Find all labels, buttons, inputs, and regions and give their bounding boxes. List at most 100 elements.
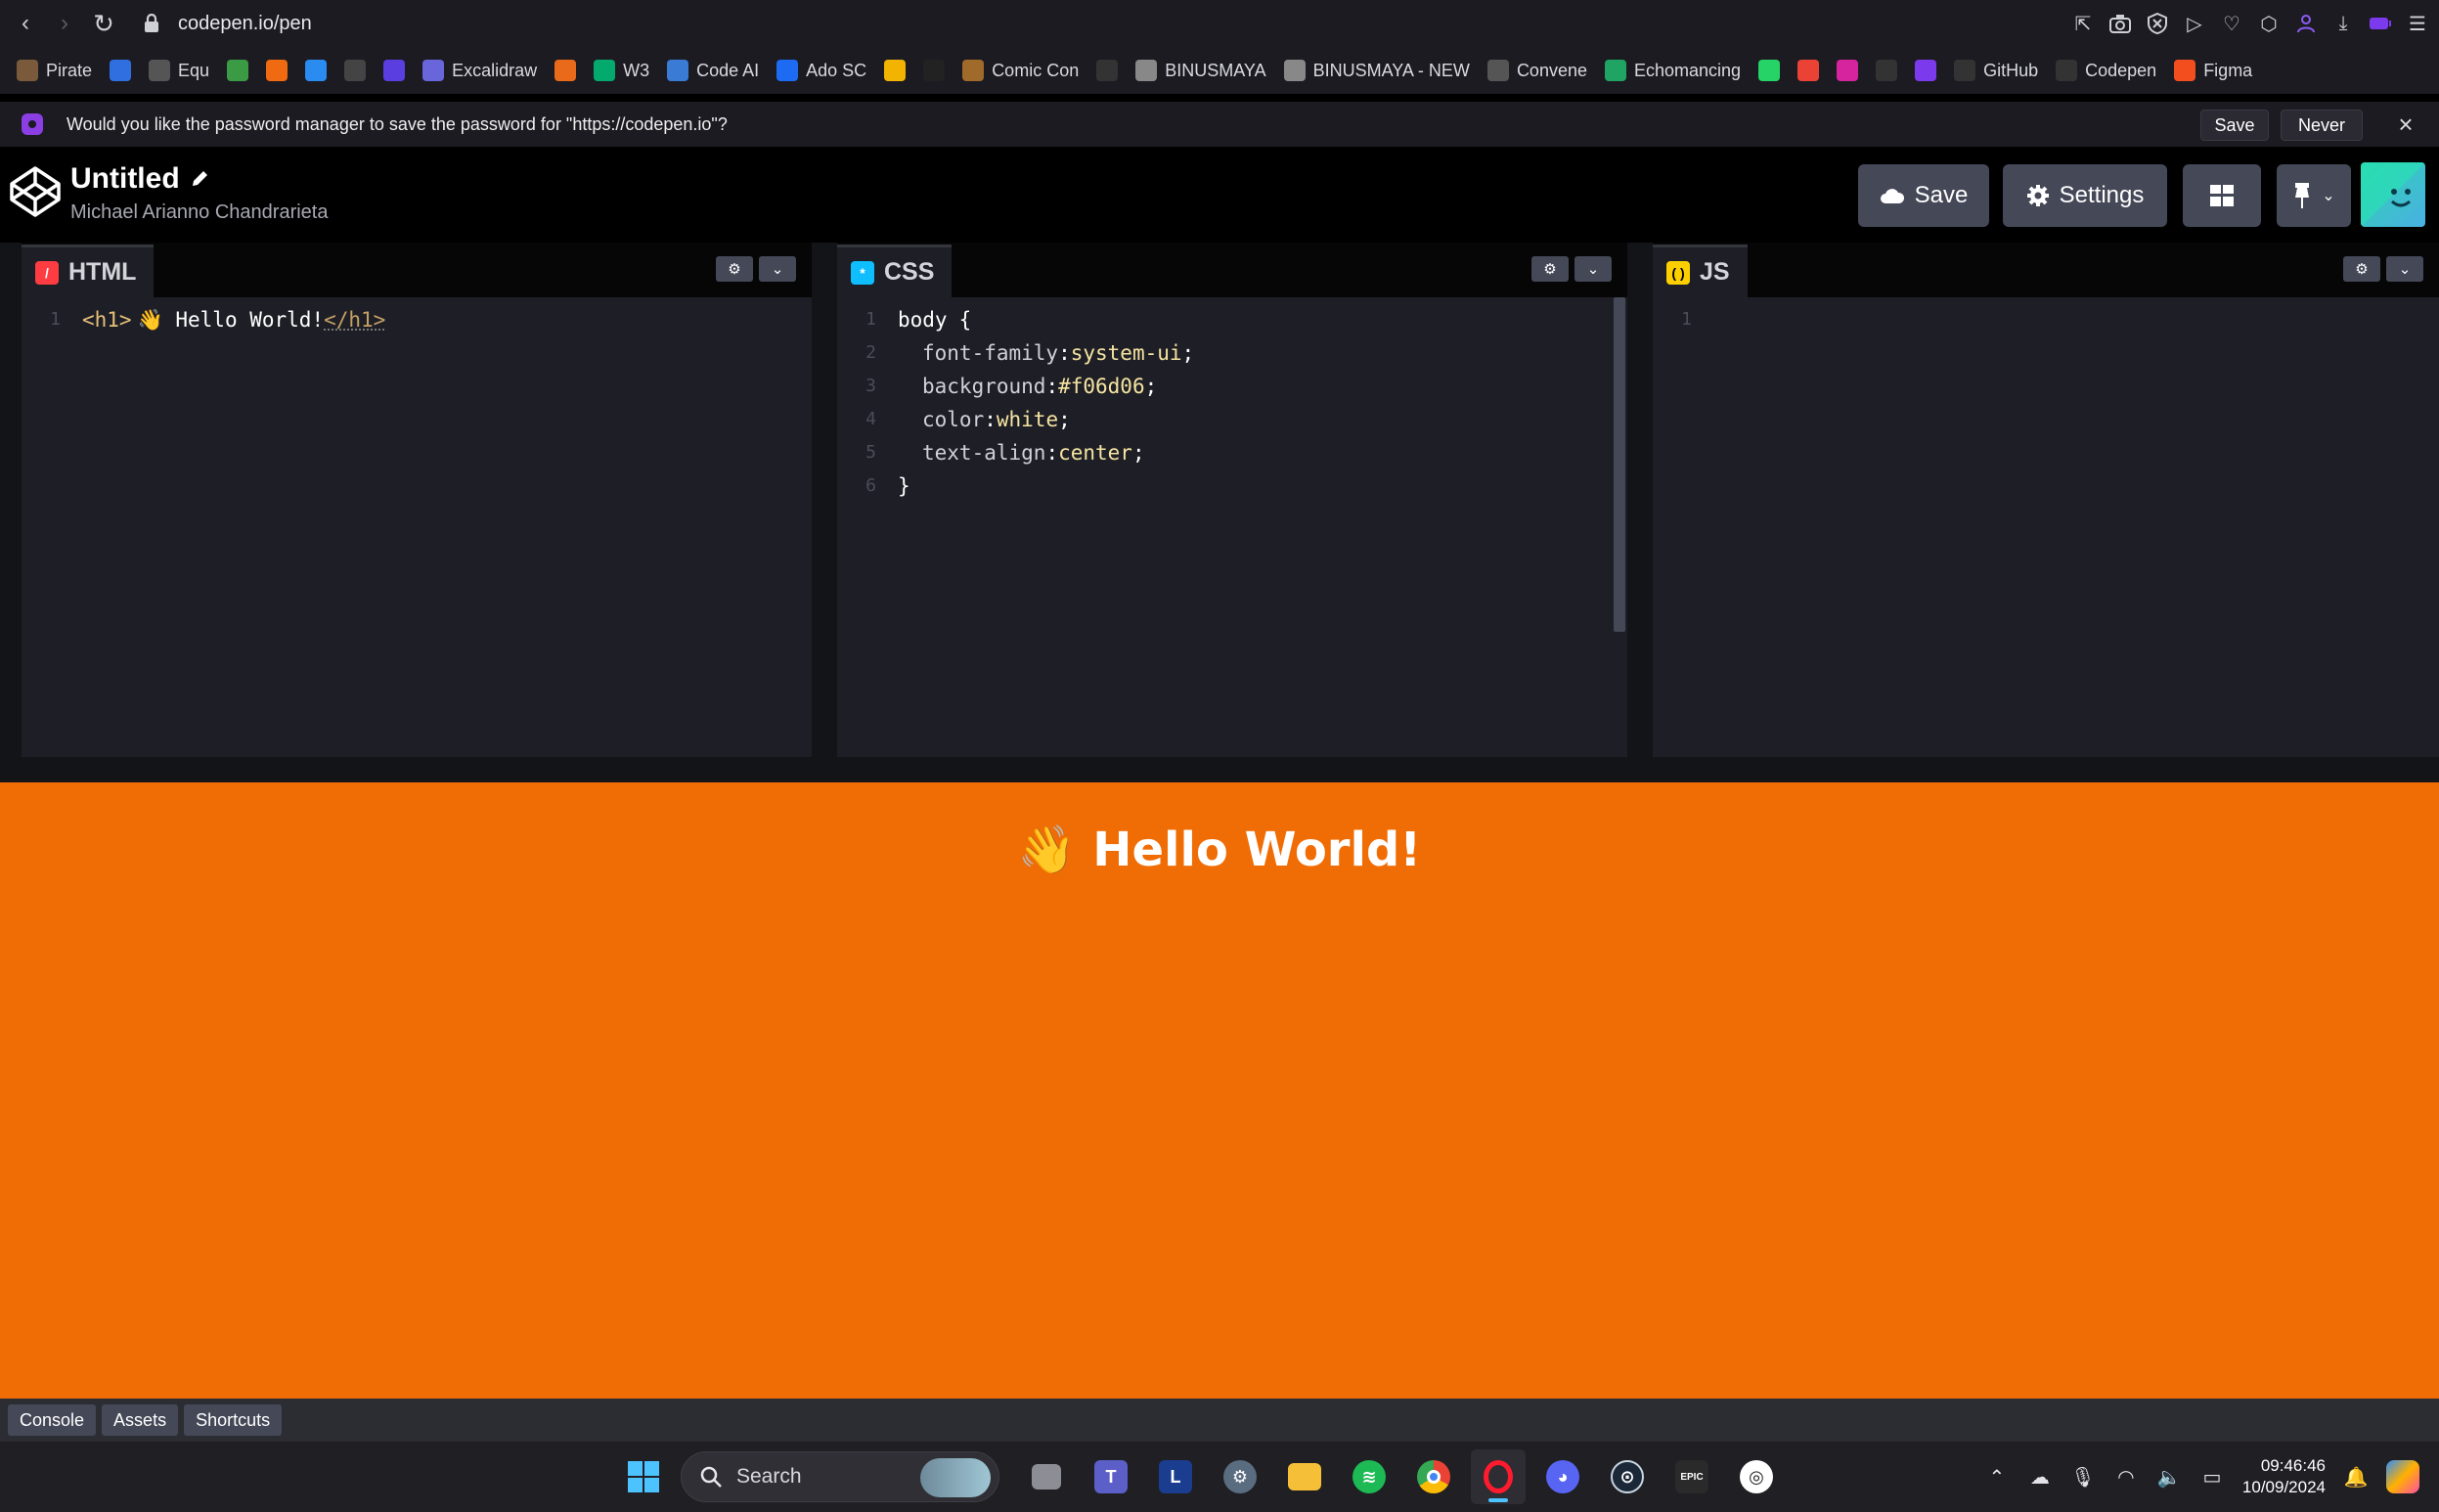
bookmark-item[interactable]: Excalidraw [418, 53, 542, 88]
opera-icon[interactable] [1471, 1449, 1526, 1504]
file-explorer-icon[interactable] [1277, 1449, 1332, 1504]
discord-icon[interactable]: ◕ [1535, 1449, 1590, 1504]
css-code[interactable]: 1 body { 2 font-family: system-ui; 3 bac… [837, 303, 1627, 503]
battery-saver-icon[interactable] [2369, 12, 2392, 35]
js-tab[interactable]: ( ) JS [1653, 245, 1748, 297]
bookmark-item[interactable] [918, 53, 950, 88]
close-icon[interactable]: × [2392, 110, 2419, 139]
bookmark-item[interactable]: Equ [144, 53, 214, 88]
menu-icon[interactable]: ☰ [2406, 12, 2429, 35]
bookmark-item[interactable] [1091, 53, 1123, 88]
code-token: <h1> [82, 308, 132, 332]
copilot-icon[interactable] [2386, 1460, 2419, 1493]
avatar[interactable] [2361, 162, 2425, 227]
bookmark-item[interactable]: W3 [589, 53, 654, 88]
forward-button[interactable]: › [45, 4, 84, 43]
epic-games-icon[interactable]: EPIC [1664, 1449, 1719, 1504]
pencil-icon[interactable] [190, 169, 209, 189]
html-code[interactable]: 1 <h1> 👋 Hello World! </h1> [22, 303, 812, 336]
settings-button[interactable]: Settings [2003, 164, 2167, 227]
css-settings-gear-icon[interactable]: ⚙ [1531, 256, 1569, 282]
taskbar-search[interactable]: Search [681, 1451, 999, 1502]
bookmark-item[interactable]: Pirate [12, 53, 97, 88]
spotify-icon[interactable]: ≋ [1342, 1449, 1397, 1504]
password-save-button[interactable]: Save [2200, 110, 2269, 141]
task-view-icon[interactable] [1019, 1449, 1074, 1504]
pen-author[interactable]: Michael Arianno Chandrarieta [70, 201, 329, 224]
css-collapse-chevron-icon[interactable]: ⌄ [1574, 256, 1612, 282]
adblock-icon[interactable] [2146, 12, 2169, 35]
bookmark-item[interactable] [300, 53, 332, 88]
bookmark-item[interactable] [1910, 53, 1941, 88]
password-never-button[interactable]: Never [2281, 110, 2363, 141]
bookmark-item[interactable]: Code AI [662, 53, 764, 88]
js-code[interactable]: 1 [1653, 303, 2439, 336]
bookmark-item[interactable] [378, 53, 410, 88]
profile-icon[interactable] [2294, 12, 2318, 35]
back-button[interactable]: ‹ [6, 4, 45, 43]
clock[interactable]: 09:46:46 10/09/2024 [2242, 1455, 2326, 1498]
layout-button[interactable] [2183, 164, 2261, 227]
bookmark-item[interactable] [1871, 53, 1902, 88]
ubisoft-icon[interactable]: ◎ [1729, 1449, 1784, 1504]
settings-icon[interactable]: ⚙ [1213, 1449, 1267, 1504]
bookmark-item[interactable]: BINUSMAYA - NEW [1279, 53, 1475, 88]
play-icon[interactable]: ▷ [2183, 12, 2206, 35]
console-button[interactable]: Console [8, 1404, 97, 1436]
chrome-icon[interactable] [1406, 1449, 1461, 1504]
notification-bell-icon[interactable]: 🔔 [2343, 1465, 2369, 1490]
pin-menu-button[interactable]: ⌄ [2277, 164, 2351, 227]
css-tab[interactable]: * CSS [837, 245, 953, 297]
bookmark-item[interactable] [339, 53, 371, 88]
bookmark-item[interactable] [222, 53, 253, 88]
pen-title-text[interactable]: Untitled [70, 162, 180, 196]
js-collapse-chevron-icon[interactable]: ⌄ [2386, 256, 2423, 282]
address-bar[interactable]: codepen.io/pen [143, 13, 312, 35]
github-icon [1954, 60, 1976, 81]
bookmark-item[interactable] [261, 53, 292, 88]
html-settings-gear-icon[interactable]: ⚙ [716, 256, 753, 282]
microphone-icon[interactable]: 🎙 [2070, 1465, 2096, 1490]
bookmark-item[interactable] [879, 53, 910, 88]
bookmark-item[interactable]: Comic Con [957, 53, 1084, 88]
html-tab[interactable]: / HTML [22, 245, 155, 297]
line-number: 1 [865, 309, 876, 330]
shortcuts-button[interactable]: Shortcuts [184, 1404, 283, 1436]
bookmark-item[interactable] [1832, 53, 1863, 88]
camera-icon[interactable] [2108, 12, 2132, 35]
bookmark-item[interactable]: Codepen [2051, 53, 2161, 88]
heart-icon[interactable]: ♡ [2220, 12, 2243, 35]
bookmark-item[interactable]: GitHub [1949, 53, 2043, 88]
wifi-icon[interactable]: ◠ [2113, 1465, 2139, 1490]
chevron-up-icon[interactable]: ⌃ [1984, 1465, 2010, 1490]
url-text[interactable]: codepen.io/pen [178, 13, 312, 35]
steam-icon[interactable]: ⊙ [1600, 1449, 1655, 1504]
codepen-logo-icon[interactable] [8, 164, 63, 219]
reload-button[interactable]: ↻ [84, 4, 123, 43]
bookmark-item[interactable] [1753, 53, 1785, 88]
teams-icon[interactable]: T [1084, 1449, 1138, 1504]
pen-title[interactable]: Untitled [70, 162, 209, 196]
bookmark-item[interactable] [550, 53, 581, 88]
volume-icon[interactable]: 🔈 [2156, 1465, 2182, 1490]
download-icon[interactable]: ⤓ [2331, 12, 2355, 35]
html-collapse-chevron-icon[interactable]: ⌄ [759, 256, 796, 282]
assets-button[interactable]: Assets [102, 1404, 179, 1436]
bookmark-item[interactable]: Figma [2169, 53, 2257, 88]
bookmark-item[interactable]: Echomancing [1600, 53, 1746, 88]
onedrive-cloud-icon[interactable]: ☁ [2027, 1465, 2053, 1490]
js-settings-gear-icon[interactable]: ⚙ [2343, 256, 2380, 282]
battery-icon[interactable]: ▭ [2199, 1465, 2225, 1490]
cube-icon[interactable]: ⬡ [2257, 12, 2281, 35]
bookmark-item[interactable]: Convene [1483, 53, 1592, 88]
css-scrollbar[interactable] [1614, 297, 1625, 632]
resize-handle[interactable] [0, 757, 2439, 782]
bookmark-item[interactable]: BINUSMAYA [1131, 53, 1270, 88]
bookmark-item[interactable] [1793, 53, 1824, 88]
windows-start-icon[interactable] [616, 1449, 671, 1504]
save-button[interactable]: Save [1858, 164, 1989, 227]
bookmark-item[interactable] [105, 53, 136, 88]
l-app-icon[interactable]: L [1148, 1449, 1203, 1504]
share-icon[interactable]: ⇱ [2071, 12, 2095, 35]
bookmark-item[interactable]: Ado SC [772, 53, 871, 88]
